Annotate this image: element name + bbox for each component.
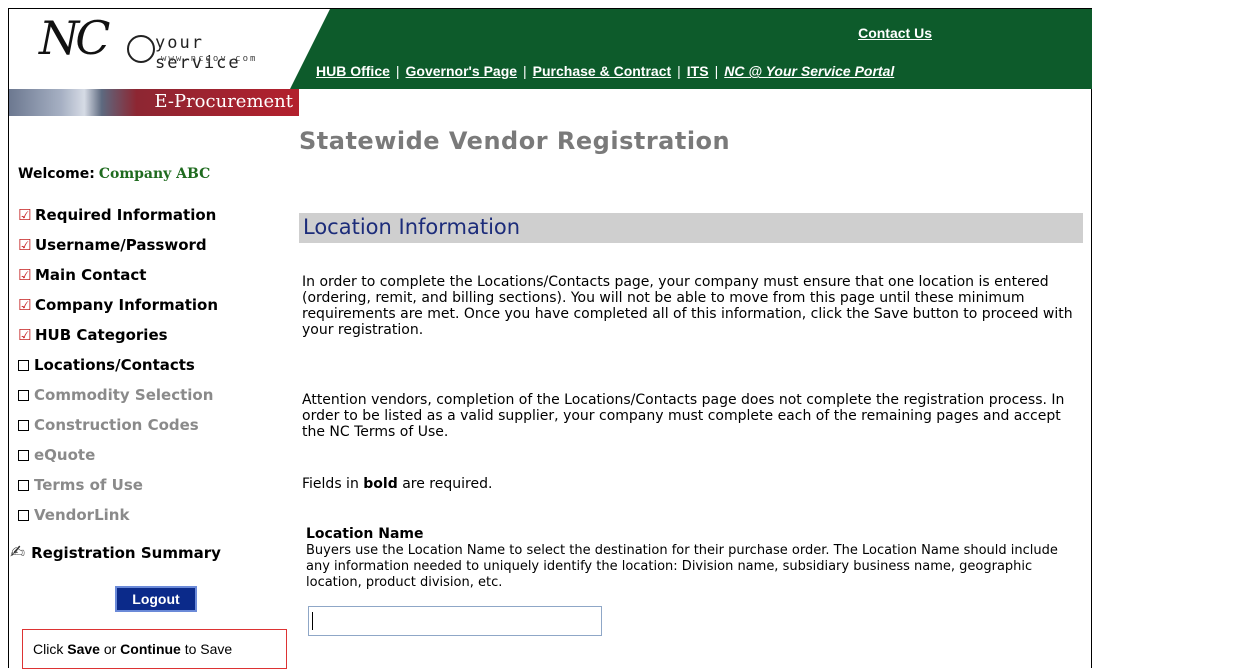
step-label: eQuote [34,446,96,464]
registration-summary-link[interactable]: ✍ Registration Summary [10,542,221,563]
required-note-text: Fields in [302,476,364,492]
step-label: Required Information [35,206,217,224]
location-name-label: Location Name [306,526,424,542]
step-username-password[interactable]: ☑ Username/Password [18,230,218,260]
logo-at-icon [127,35,155,63]
welcome: Welcome: Company ABC [18,166,210,182]
nav-portal[interactable]: NC @ Your Service Portal [724,63,894,79]
label-rest: Name [373,526,424,542]
checkmark-icon: ☑ [18,236,32,254]
location-name-help: Buyers use the Location Name to select t… [306,543,1058,590]
ncgov-logo[interactable]: NC your service www.ncgov.com [9,9,293,89]
text-caret [312,612,313,630]
nav-purchase-contract[interactable]: Purchase & Contract [533,63,671,79]
page-title: Statewide Vendor Registration [299,127,731,155]
nav-separator: | [523,63,527,79]
step-label: Company Information [35,296,219,314]
step-label: Username/Password [35,236,207,254]
checkmark-icon: ☑ [18,266,32,284]
nav-separator: | [714,63,719,79]
step-label: Main Contact [35,266,147,284]
logo-service: your service [155,33,241,73]
location-name-input[interactable] [308,606,602,636]
nav-separator: | [677,63,681,79]
contact-us-link[interactable]: Contact Us [858,25,932,41]
step-vendorlink: VendorLink [18,500,218,530]
attention-paragraph: Attention vendors, completion of the Loc… [302,392,1065,440]
summary-label: Registration Summary [31,543,221,562]
logo-script: NC [39,11,110,65]
step-label: HUB Categories [35,326,168,344]
required-note-text: are required. [397,476,493,492]
label-bold: Location [306,526,374,542]
save-hint: Click Save or Continue to Save [22,629,287,669]
company-name: Company ABC [98,166,211,182]
save-hint-text: to Save [180,641,233,657]
save-hint-text: Click [33,641,68,657]
nav-its[interactable]: ITS [687,63,709,79]
pencil-paper-icon: ✍ [10,542,26,563]
step-equote: eQuote [18,440,218,470]
step-main-contact[interactable]: ☑ Main Contact [18,260,218,290]
welcome-label: Welcome: [18,166,95,182]
checkbox-icon [18,389,29,401]
section-title: Location Information [303,215,521,239]
step-terms-of-use: Terms of Use [18,470,218,500]
step-label: Locations/Contacts [34,356,195,374]
required-note-bold: bold [363,476,398,492]
checkmark-icon: ☑ [18,296,32,314]
save-hint-text: or [99,641,121,657]
required-note: Fields in bold are required. [302,476,1082,492]
step-construction-codes: Construction Codes [18,410,218,440]
step-label: Commodity Selection [34,386,214,404]
step-commodity-selection: Commodity Selection [18,380,218,410]
checkbox-icon [18,359,29,371]
logo-url: www.ncgov.com [161,54,258,64]
step-locations-contacts[interactable]: Locations/Contacts [18,350,218,380]
checkbox-icon [18,479,29,491]
checkbox-icon [18,509,29,521]
logout-button[interactable]: Logout [115,586,197,612]
save-hint-continue: Continue [120,641,181,657]
step-label: Terms of Use [34,476,143,494]
section-header: Location Information [299,213,1083,243]
step-label: VendorLink [34,506,130,524]
nav-governors-page[interactable]: Governor's Page [406,63,517,79]
step-company-information[interactable]: ☑ Company Information [18,290,218,320]
save-hint-save: Save [67,641,100,657]
step-label: Construction Codes [34,416,199,434]
registration-steps: ☑ Required Information ☑ Username/Password… [18,200,218,530]
eprocurement-label: E-Procurement [154,91,293,112]
eprocurement-banner: E-Procurement [9,89,299,116]
checkbox-icon [18,419,29,431]
checkmark-icon: ☑ [18,326,32,344]
checkmark-icon: ☑ [18,206,32,224]
checkbox-icon [18,449,29,461]
nav-separator: | [395,63,400,79]
step-required-information[interactable]: ☑ Required Information [18,200,218,230]
step-hub-categories[interactable]: ☑ HUB Categories [18,320,218,350]
top-nav: HUB Office | Governor's Page | Purchase & Co… [316,63,894,79]
instructions-paragraph: In order to complete the Locations/Conta… [302,274,1073,338]
nav-hub-office[interactable]: HUB Office [316,63,390,79]
